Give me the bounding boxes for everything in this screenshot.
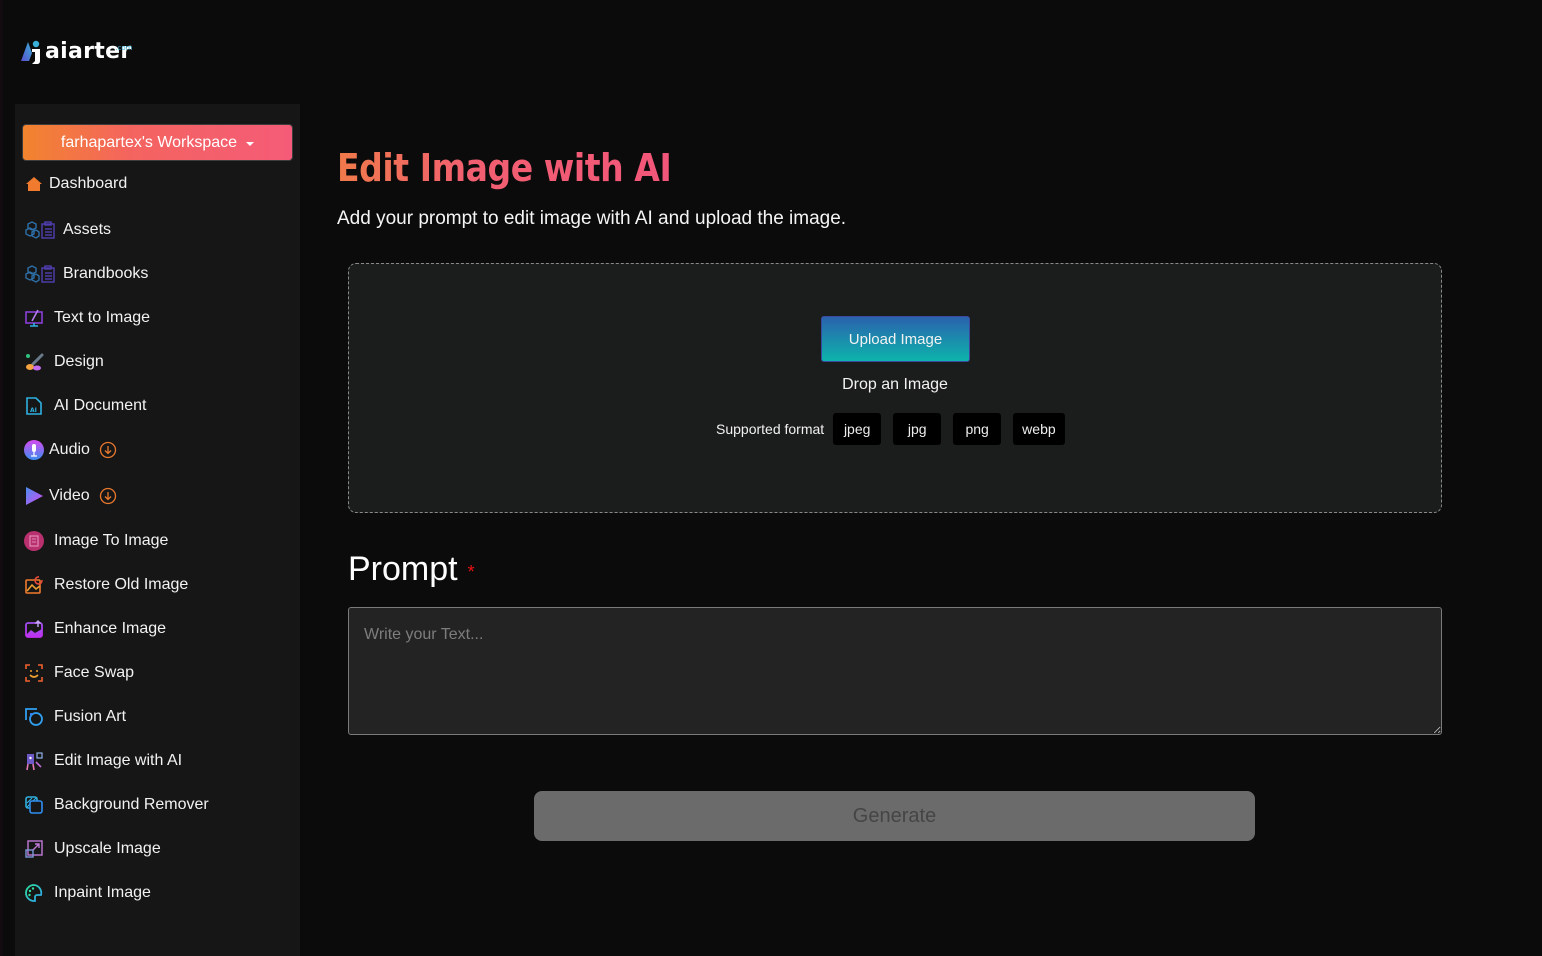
sidebar-item-text-to-image[interactable]: Text to Image (24, 303, 150, 333)
text-to-image-icon (24, 308, 44, 328)
prompt-textarea[interactable] (348, 607, 1442, 735)
background-remover-icon (24, 795, 44, 815)
sidebar-item-edit-image-with-ai[interactable]: Edit Image with AI (24, 746, 182, 776)
sidebar-item-label: Design (54, 353, 104, 370)
prompt-label: Prompt * (348, 550, 475, 589)
prompt-label-text: Prompt (348, 550, 458, 588)
sidebar-item-assets[interactable]: Assets (24, 215, 111, 245)
upscale-icon (24, 839, 44, 859)
sidebar-item-label: Brandbooks (63, 265, 149, 282)
sidebar-item-label: Assets (63, 221, 112, 238)
sidebar-item-label: Edit Image with AI (54, 752, 183, 769)
sidebar-item-label: Text to Image (54, 309, 151, 326)
format-badge-jpg: jpg (893, 413, 942, 445)
svg-text:AI: AI (30, 407, 37, 414)
sidebar-item-label: Audio (49, 441, 90, 458)
sidebar-item-label: Dashboard (49, 175, 128, 192)
logo-mark-icon (20, 39, 44, 65)
sidebar-item-design[interactable]: Design (24, 347, 104, 377)
generate-button[interactable]: Generate (534, 791, 1255, 841)
supported-formats: Supported format jpeg jpg png webp (716, 413, 1077, 445)
sidebar-item-face-swap[interactable]: Face Swap (24, 658, 134, 688)
sidebar-item-fusion-art[interactable]: Fusion Art (24, 702, 126, 732)
brand-name: aiarter .com (45, 39, 132, 65)
home-icon (24, 174, 44, 194)
sidebar-item-label: Face Swap (54, 664, 135, 681)
image-dropzone[interactable]: Upload Image Drop an Image Supported for… (348, 263, 1442, 513)
sidebar-item-ai-document[interactable]: AI AI Document (24, 391, 146, 421)
sidebar-item-restore-old-image[interactable]: Restore Old Image (24, 570, 188, 600)
ai-document-icon: AI (24, 396, 44, 416)
brand-logo[interactable]: aiarter .com (20, 38, 132, 66)
sidebar-item-label: Image To Image (54, 532, 169, 549)
sidebar-item-label: Restore Old Image (54, 576, 189, 593)
face-scan-icon (24, 663, 44, 683)
sidebar-item-inpaint-image[interactable]: Inpaint Image (24, 878, 151, 908)
sidebar-item-brandbooks[interactable]: Brandbooks (24, 259, 148, 289)
sidebar-item-label: Background Remover (54, 796, 209, 813)
design-brush-icon (24, 352, 44, 372)
page-subtitle: Add your prompt to edit image with AI an… (337, 208, 847, 229)
assets-icon (24, 220, 56, 240)
play-icon (24, 486, 44, 506)
enhance-image-icon (24, 619, 44, 639)
upload-image-button[interactable]: Upload Image (821, 316, 970, 362)
download-icon[interactable] (99, 441, 117, 459)
sidebar-item-label: Enhance Image (54, 620, 167, 637)
brandbooks-icon (24, 264, 56, 284)
format-badge-jpeg: jpeg (833, 413, 882, 445)
sidebar-item-video[interactable]: Video (24, 481, 117, 511)
sidebar-item-label: AI Document (54, 397, 147, 414)
edit-image-icon (24, 751, 44, 771)
palette-icon (24, 883, 44, 903)
sidebar-item-audio[interactable]: Audio (24, 435, 117, 465)
sidebar-item-label: Inpaint Image (54, 884, 151, 901)
required-mark: * (467, 562, 475, 582)
format-badge-webp: webp (1013, 413, 1065, 445)
sidebar-item-label: Fusion Art (54, 708, 127, 725)
drop-hint: Drop an Image (842, 376, 948, 393)
workspace-dropdown[interactable]: farhapartex's Workspace (22, 124, 293, 161)
formats-label: Supported format (716, 421, 825, 437)
sidebar: farhapartex's Workspace Dashboard Assets… (15, 104, 300, 956)
format-badge-png: png (953, 413, 1002, 445)
sidebar-item-image-to-image[interactable]: Image To Image (24, 526, 168, 556)
microphone-icon (24, 440, 44, 460)
page-title: Edit Image with AI (337, 146, 672, 190)
brand-suffix: .com (115, 44, 133, 52)
window-edge (0, 0, 3, 956)
sidebar-item-upscale-image[interactable]: Upscale Image (24, 834, 161, 864)
sidebar-item-background-remover[interactable]: Background Remover (24, 790, 209, 820)
sidebar-item-dashboard[interactable]: Dashboard (24, 169, 127, 199)
sidebar-item-label: Video (49, 487, 90, 504)
fusion-art-icon (24, 707, 44, 727)
sidebar-item-enhance-image[interactable]: Enhance Image (24, 614, 166, 644)
image-to-image-icon (24, 531, 44, 551)
restore-image-icon (24, 575, 44, 595)
sidebar-item-label: Upscale Image (54, 840, 161, 857)
workspace-label: farhapartex's Workspace (60, 133, 238, 151)
download-icon[interactable] (99, 487, 117, 505)
caret-down-icon (246, 141, 255, 146)
